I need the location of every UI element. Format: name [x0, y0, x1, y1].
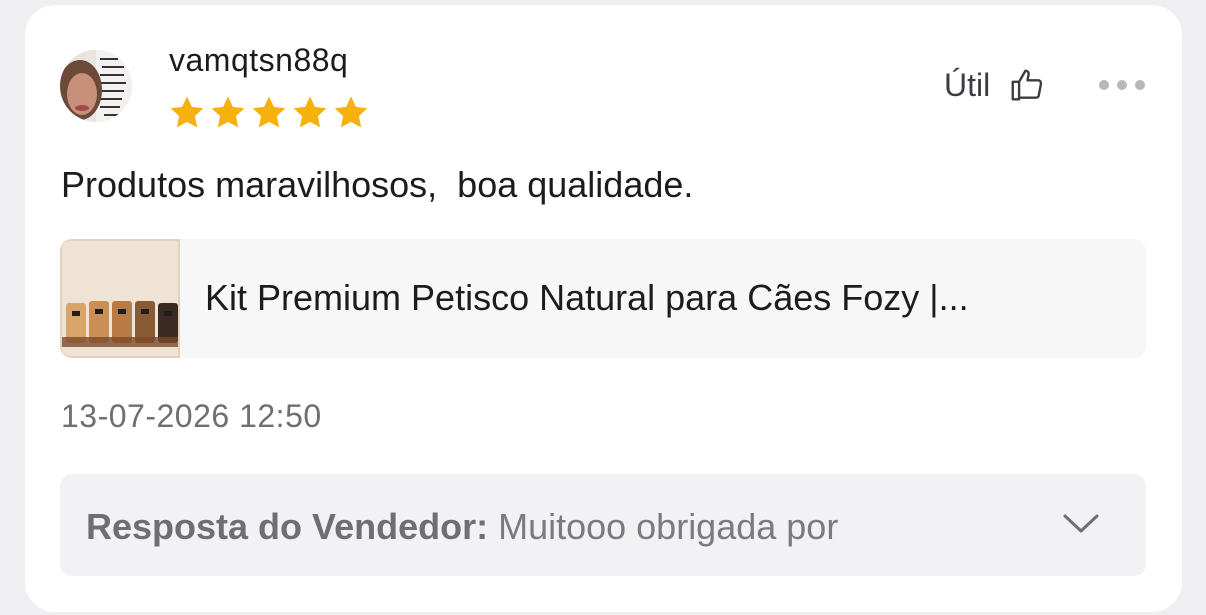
more-options-button[interactable] [1094, 70, 1150, 100]
product-link[interactable]: Kit Premium Petisco Natural para Cães Fo… [60, 239, 1146, 358]
username[interactable]: vamqtsn88q [169, 42, 348, 79]
text-fade [880, 494, 1000, 556]
seller-reply-text: Resposta do Vendedor: Muitooo obrigada p… [86, 506, 976, 548]
helpful-label: Útil [944, 66, 991, 103]
seller-reply-label: Resposta do Vendedor: [86, 506, 489, 547]
star-icon [170, 96, 204, 128]
star-icon [293, 96, 327, 128]
helpful-button[interactable]: Útil [944, 66, 1046, 104]
star-icon [211, 96, 245, 128]
seller-reply-message: Muitooo obrigada por [488, 506, 839, 547]
star-icon [334, 96, 368, 128]
more-dots-icon [1099, 80, 1109, 90]
avatar[interactable] [60, 50, 132, 122]
thumbs-up-icon [1011, 69, 1043, 101]
seller-reply[interactable]: Resposta do Vendedor: Muitooo obrigada p… [60, 474, 1146, 576]
star-rating [167, 94, 371, 132]
product-thumbnail [60, 239, 180, 358]
chevron-down-icon[interactable] [1062, 512, 1100, 536]
review-text: Produtos maravilhosos, boa qualidade. [61, 164, 694, 205]
review-date: 13-07-2026 12:50 [61, 398, 322, 434]
star-icon [252, 96, 286, 128]
product-title: Kit Premium Petisco Natural para Cães Fo… [205, 277, 969, 318]
